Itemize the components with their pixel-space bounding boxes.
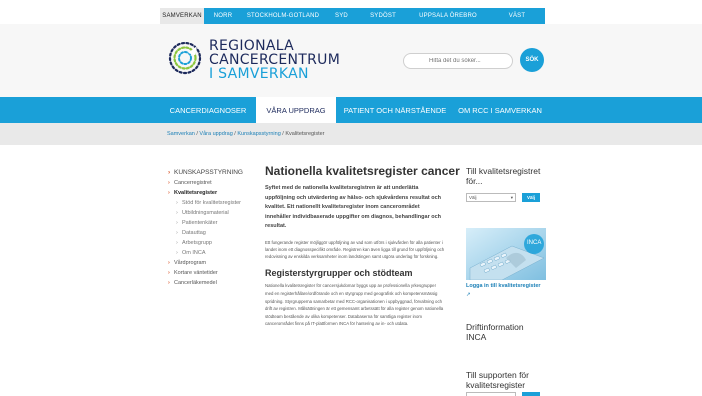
sidebar-item-patientenkater[interactable]: Patientenkäter xyxy=(168,218,258,228)
body-paragraph: Ett fungerande register möjliggör uppföl… xyxy=(265,239,445,260)
registry-go-button[interactable]: Välj xyxy=(522,193,540,202)
region-tab-uppsala-orebro[interactable]: UPPSALA ÖREBRO xyxy=(407,8,489,24)
region-tab-vast[interactable]: VÄST xyxy=(489,8,545,24)
support-title: Till supporten för kvalitetsregister xyxy=(466,370,529,390)
nav-patient-narstaende[interactable]: PATIENT OCH NÄRSTÅENDE xyxy=(336,97,454,123)
breadcrumb-bar: Samverkan / Våra uppdrag / Kunskapsstyrn… xyxy=(0,123,702,145)
registry-picker-title: Till kvalitetsregistret för... xyxy=(466,166,541,186)
sidebar-item-stod[interactable]: Stöd för kvalitetsregister xyxy=(168,198,258,208)
logo-line-1: REGIONALA xyxy=(209,38,295,54)
driftinformation-title[interactable]: Driftinformation INCA xyxy=(466,322,546,342)
support-picker xyxy=(466,392,540,396)
search-button[interactable]: SÖK xyxy=(520,48,544,72)
chevron-down-icon: ▾ xyxy=(510,194,513,200)
region-tab-samverkan[interactable]: SAMVERKAN xyxy=(160,8,204,24)
section-heading: Registerstyrgrupper och stödteam xyxy=(265,268,413,279)
right-column: Till kvalitetsregistret för... Välj ▾ Vä… xyxy=(466,166,546,396)
nav-cancerdiagnoser[interactable]: CANCERDIAGNOSER xyxy=(160,97,256,123)
region-tab-norr[interactable]: NORR xyxy=(204,8,242,24)
sidebar-item-datauttag[interactable]: Datauttag xyxy=(168,228,258,238)
page-title: Nationella kvalitetsregister cancer xyxy=(265,164,460,178)
inca-login-link[interactable]: Logga in till kvalitetsregister ↗ xyxy=(466,282,546,300)
logo-line-2: CANCERCENTRUM xyxy=(209,52,341,68)
main-content: Nationella kvalitetsregister cancer Syft… xyxy=(265,164,460,328)
inca-keyboard-illustration xyxy=(466,228,546,280)
support-select[interactable] xyxy=(466,392,516,396)
region-bar: SAMVERKAN NORR STOCKHOLM-GOTLAND SYD SYD… xyxy=(0,0,702,24)
external-link-icon: ↗ xyxy=(466,292,471,298)
sidebar-item-kvalitetsregister[interactable]: Kvalitetsregister xyxy=(168,188,258,198)
nav-om-rcc[interactable]: OM RCC I SAMVERKAN xyxy=(454,97,546,123)
support-go-button[interactable] xyxy=(522,392,540,396)
breadcrumb-samverkan[interactable]: Samverkan xyxy=(167,131,195,137)
logo-sunburst-icon xyxy=(168,41,202,75)
lead-paragraph: Syftet med de nationella kvalitetsregist… xyxy=(265,185,442,229)
sidebar-item-utbildningsmaterial[interactable]: Utbildningsmaterial xyxy=(168,208,258,218)
registry-select-value: Välj xyxy=(469,195,477,200)
sidebar-item-kortare-vantetider[interactable]: Kortare väntetider xyxy=(168,268,258,278)
sidebar-item-vardprogram[interactable]: Vårdprogram xyxy=(168,258,258,268)
sidebar-item-cancerregistret[interactable]: Cancerregistret xyxy=(168,178,258,188)
inca-login-text: Logga in till kvalitetsregister xyxy=(466,283,541,289)
region-tab-syd[interactable]: SYD xyxy=(324,8,359,24)
site-header: REGIONALA CANCERCENTRUM I SAMVERKAN SÖK xyxy=(0,24,702,97)
registry-select[interactable]: Välj ▾ xyxy=(466,193,516,202)
sidebar-item-kunskapsstyrning[interactable]: KUNSKAPSSTYRNING xyxy=(168,168,258,178)
logo-line-3: I SAMVERKAN xyxy=(209,66,309,82)
inca-image[interactable]: INCA xyxy=(466,228,546,280)
inca-badge-label: INCA xyxy=(527,240,542,246)
registry-picker: Välj ▾ Välj xyxy=(466,193,546,202)
sidebar-nav: KUNSKAPSSTYRNING Cancerregistret Kvalite… xyxy=(168,168,258,288)
breadcrumb-vara-uppdrag[interactable]: Våra uppdrag xyxy=(199,131,232,137)
main-nav: CANCERDIAGNOSER VÅRA UPPDRAG PATIENT OCH… xyxy=(0,97,702,123)
body-paragraph-2: Nationella kvalitetsregister för cancers… xyxy=(265,283,444,327)
logo-wordmark: REGIONALA CANCERCENTRUM I SAMVERKAN xyxy=(209,39,340,81)
sidebar-item-om-inca[interactable]: Om INCA xyxy=(168,248,258,258)
region-tabs: SAMVERKAN NORR STOCKHOLM-GOTLAND SYD SYD… xyxy=(160,8,545,24)
region-tab-sydost[interactable]: SYDÖST xyxy=(359,8,407,24)
breadcrumb-current: Kvalitetsregister xyxy=(285,131,325,137)
breadcrumb: Samverkan / Våra uppdrag / Kunskapsstyrn… xyxy=(167,131,325,137)
search-input[interactable] xyxy=(403,53,513,69)
sidebar-item-arbetsgrupp[interactable]: Arbetsgrupp xyxy=(168,238,258,248)
breadcrumb-kunskapsstyrning[interactable]: Kunskapsstyrning xyxy=(237,131,280,137)
site-logo[interactable]: REGIONALA CANCERCENTRUM I SAMVERKAN xyxy=(166,39,340,81)
nav-vara-uppdrag[interactable]: VÅRA UPPDRAG xyxy=(256,97,336,123)
region-tab-stockholm-gotland[interactable]: STOCKHOLM-GOTLAND xyxy=(242,8,324,24)
sidebar-item-cancerlakemedel[interactable]: Cancerläkemedel xyxy=(168,278,258,288)
